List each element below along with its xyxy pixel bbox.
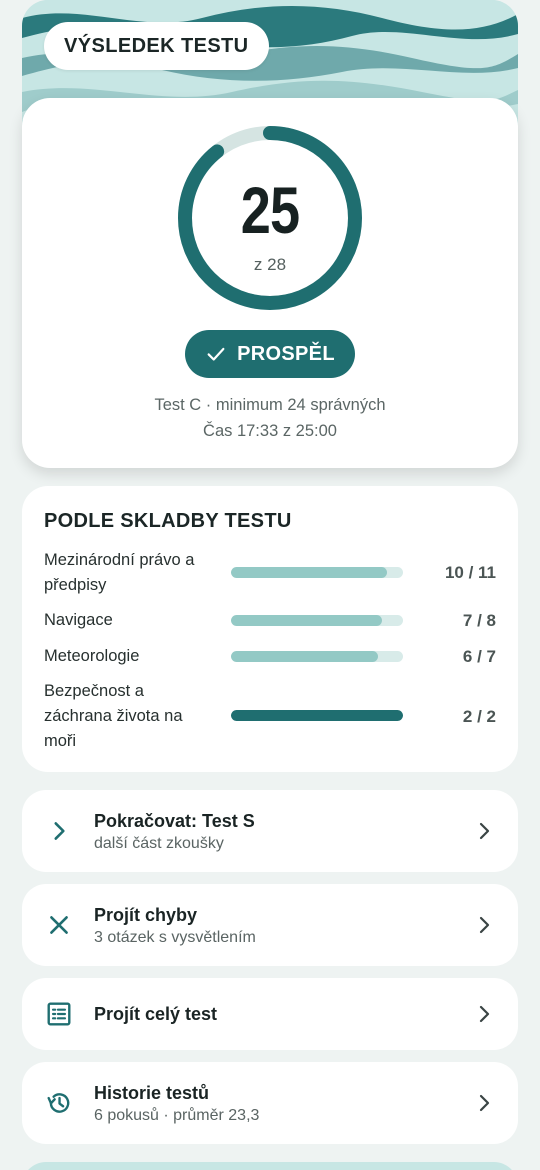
category-bar-fill	[231, 567, 388, 578]
category-bar	[231, 615, 403, 626]
category-label: Mezinárodní právo a předpisy	[44, 551, 195, 594]
time-meta: Čas 17:33 z 25:00	[203, 422, 337, 440]
category-bar	[231, 651, 403, 662]
category-score: 6 / 7	[462, 647, 496, 666]
chevron-right-icon	[479, 822, 490, 840]
score-value: 25	[240, 173, 300, 247]
category-row: Bezpečnost a záchrana života na moři 2 /…	[44, 679, 496, 755]
breakdown-title: PODLE SKLADBY TESTU	[44, 510, 292, 532]
action-subtitle: 3 otázek s vysvětlením	[94, 929, 256, 946]
chevron-right-icon	[54, 822, 65, 840]
next-card-peek	[22, 1162, 518, 1170]
test-meta: Test C · minimum 24 správných	[154, 396, 386, 414]
review-mistakes-button[interactable]: Projít chyby 3 otázek s vysvětlením	[22, 884, 518, 966]
test-history-button[interactable]: Historie testů 6 pokusů · průměr 23,3	[22, 1062, 518, 1144]
category-bar-fill	[231, 710, 403, 721]
category-row: Mezinárodní právo a předpisy 10 / 11	[44, 548, 496, 598]
review-full-test-button[interactable]: Projít celý test	[22, 978, 518, 1050]
action-subtitle: 6 pokusů · průměr 23,3	[94, 1107, 260, 1124]
chevron-right-icon	[479, 1094, 490, 1112]
category-score: 10 / 11	[444, 563, 496, 582]
history-icon	[47, 1093, 70, 1113]
action-subtitle: další část zkoušky	[94, 835, 224, 852]
action-title: Projít chyby	[94, 905, 198, 925]
category-label: Navigace	[44, 611, 113, 629]
action-title: Historie testů	[94, 1083, 210, 1103]
pass-badge: PROSPĚL	[185, 330, 355, 378]
category-score: 2 / 2	[462, 707, 496, 726]
result-card: 25 z 28 PROSPĚL Test C · minimum 24 sprá…	[22, 98, 518, 468]
pass-status: PROSPĚL	[237, 342, 335, 365]
page-title: VÝSLEDEK TESTU	[44, 22, 269, 70]
category-label: Meteorologie	[44, 647, 140, 665]
category-row: Navigace 7 / 8	[44, 608, 496, 634]
action-title: Projít celý test	[94, 1004, 218, 1024]
check-icon	[207, 347, 225, 361]
list-icon	[47, 1002, 71, 1026]
category-bar	[231, 567, 403, 578]
score-total: z 28	[253, 255, 287, 274]
category-score: 7 / 8	[462, 611, 496, 630]
category-bar-fill	[231, 651, 379, 662]
category-label: Bezpečnost a záchrana života na moři	[44, 682, 183, 750]
continue-test-s-button[interactable]: Pokračovat: Test S další část zkoušky	[22, 790, 518, 872]
category-bar-fill	[231, 615, 382, 626]
category-bar	[231, 710, 403, 721]
category-row: Meteorologie 6 / 7	[44, 644, 496, 670]
chevron-right-icon	[479, 1005, 490, 1023]
chevron-right-icon	[479, 916, 490, 934]
close-icon	[50, 916, 68, 934]
breakdown-card: PODLE SKLADBY TESTU Mezinárodní právo a …	[22, 486, 518, 772]
action-title: Pokračovat: Test S	[94, 811, 255, 831]
